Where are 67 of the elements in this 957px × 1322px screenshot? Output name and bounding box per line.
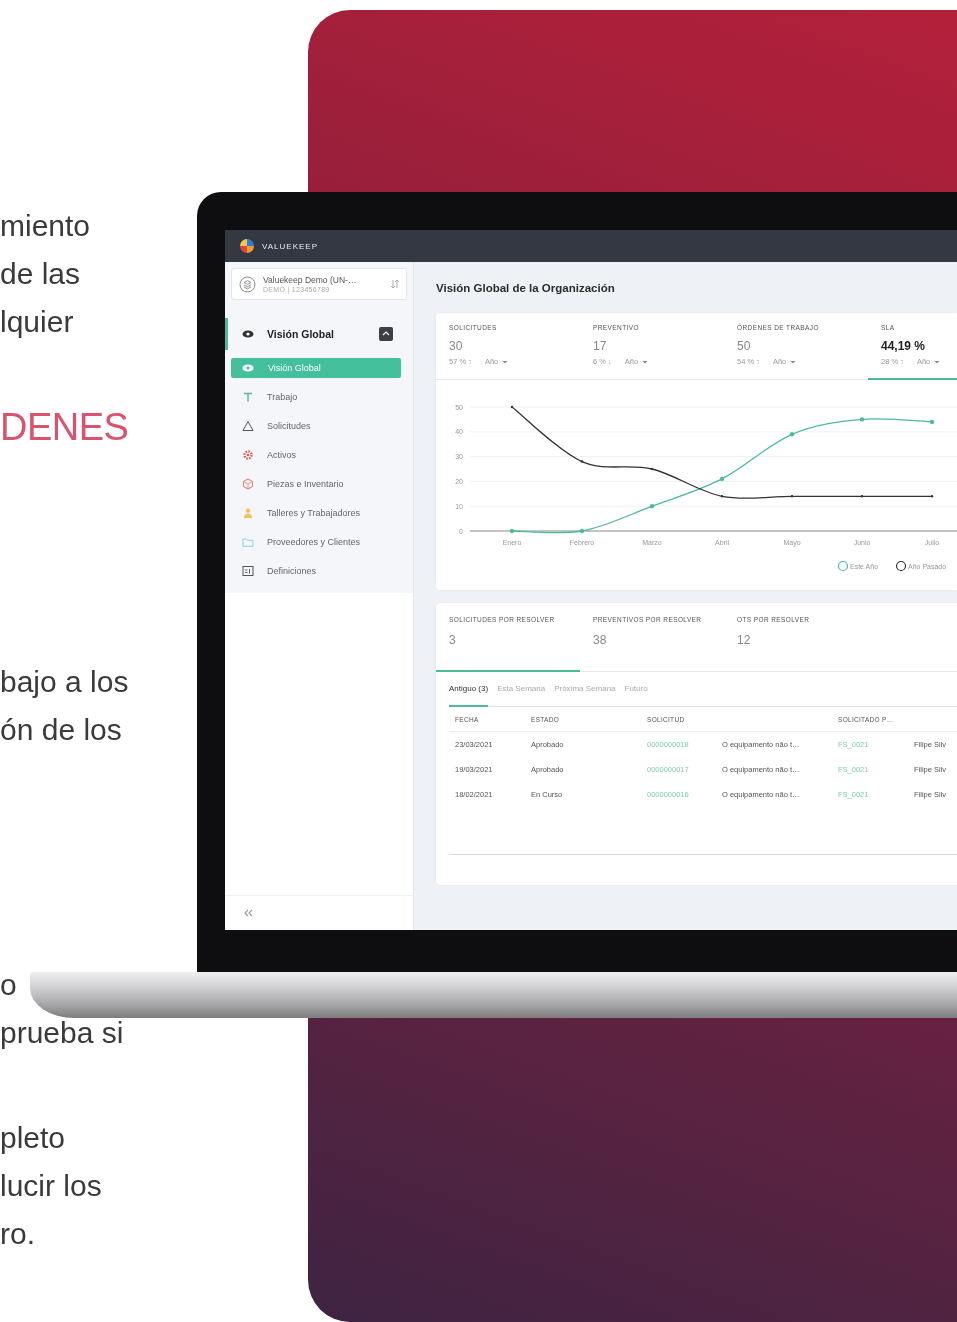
panel-icon <box>241 563 255 578</box>
data-point <box>509 528 515 534</box>
caret-icon <box>790 359 797 364</box>
data-point <box>510 405 514 409</box>
data-point <box>859 417 865 422</box>
data-point <box>930 495 934 498</box>
section-heading: DENES <box>0 405 129 450</box>
kpi-value: 17 <box>593 339 608 353</box>
paragraph-line: lquier <box>0 304 74 340</box>
sidebar-item[interactable]: Talleres y Trabajadores <box>225 498 407 527</box>
data-point <box>580 460 584 463</box>
data-point <box>929 419 935 425</box>
paragraph-line: prueba si <box>0 1015 124 1051</box>
sidebar-label: Activos <box>267 449 297 460</box>
sidebar-label: Piezas e Inventario <box>267 478 345 489</box>
sidebar-item[interactable]: Activos <box>225 440 407 469</box>
kpi-value: 50 <box>737 339 752 353</box>
sidebar-item[interactable]: Definiciones <box>225 556 407 585</box>
kpi-value: 12 <box>737 633 752 647</box>
paragraph-line: miento <box>0 208 91 244</box>
stack-circle-icon <box>239 275 256 293</box>
sidebar-label: Trabajo <box>267 391 299 402</box>
caret-icon <box>502 359 509 364</box>
sidebar-item[interactable]: Solicitudes <box>225 411 407 440</box>
data-point <box>860 495 864 498</box>
swap-icon <box>390 279 400 289</box>
page-title: Visión Global de la Organización <box>436 280 616 296</box>
tab[interactable]: Antiguo (3) <box>449 672 489 707</box>
collapse-toggle[interactable] <box>379 327 393 341</box>
paragraph-line: ro. <box>0 1216 35 1252</box>
paragraph-line: de las <box>0 256 81 292</box>
sidebar-item[interactable]: Piezas e Inventario <box>225 469 407 498</box>
data-point <box>650 467 654 471</box>
data-point <box>719 476 725 482</box>
caret-icon <box>934 359 941 364</box>
kpi-value: 38 <box>593 633 608 647</box>
sidebar-item[interactable]: Visión Global <box>225 318 407 350</box>
double-chevron-left-icon[interactable] <box>243 908 253 918</box>
brand-name: VALUEKEEP <box>262 241 318 251</box>
paragraph-line: lucir los <box>0 1168 102 1204</box>
sidebar-label: Solicitudes <box>267 420 312 431</box>
data-point <box>790 495 794 498</box>
sidebar-item[interactable]: Proveedores y Clientes <box>225 527 407 556</box>
sidebar-label: Talleres y Trabajadores <box>267 507 362 518</box>
sidebar-label: Definiciones <box>267 565 318 576</box>
kpi-value: 3 <box>449 633 457 647</box>
gear-icon <box>241 447 255 462</box>
kpi-value: 30 <box>449 339 464 353</box>
paragraph-line: ón de los <box>0 712 122 748</box>
caret-icon <box>642 359 649 364</box>
logo-icon <box>239 238 255 254</box>
organization-name: Valuekeep Demo (UN-… <box>263 275 358 285</box>
triangle-icon <box>241 418 255 433</box>
data-point <box>649 504 655 509</box>
data-point <box>720 495 724 498</box>
data-point <box>579 528 585 534</box>
data-point <box>789 432 795 437</box>
sidebar-label: Proveedores y Clientes <box>267 536 362 547</box>
paragraph-line: pleto <box>0 1120 66 1156</box>
sidebar-label: Visión Global <box>267 328 335 340</box>
kpi-value: 44,19 % <box>881 339 927 353</box>
paragraph-line: o <box>0 967 17 1003</box>
paragraph-line: bajo a los <box>0 664 129 700</box>
eye-icon <box>241 361 255 375</box>
eye-icon <box>241 327 255 341</box>
hexagon-icon <box>241 476 255 491</box>
sidebar-item[interactable]: Trabajo <box>225 382 407 411</box>
